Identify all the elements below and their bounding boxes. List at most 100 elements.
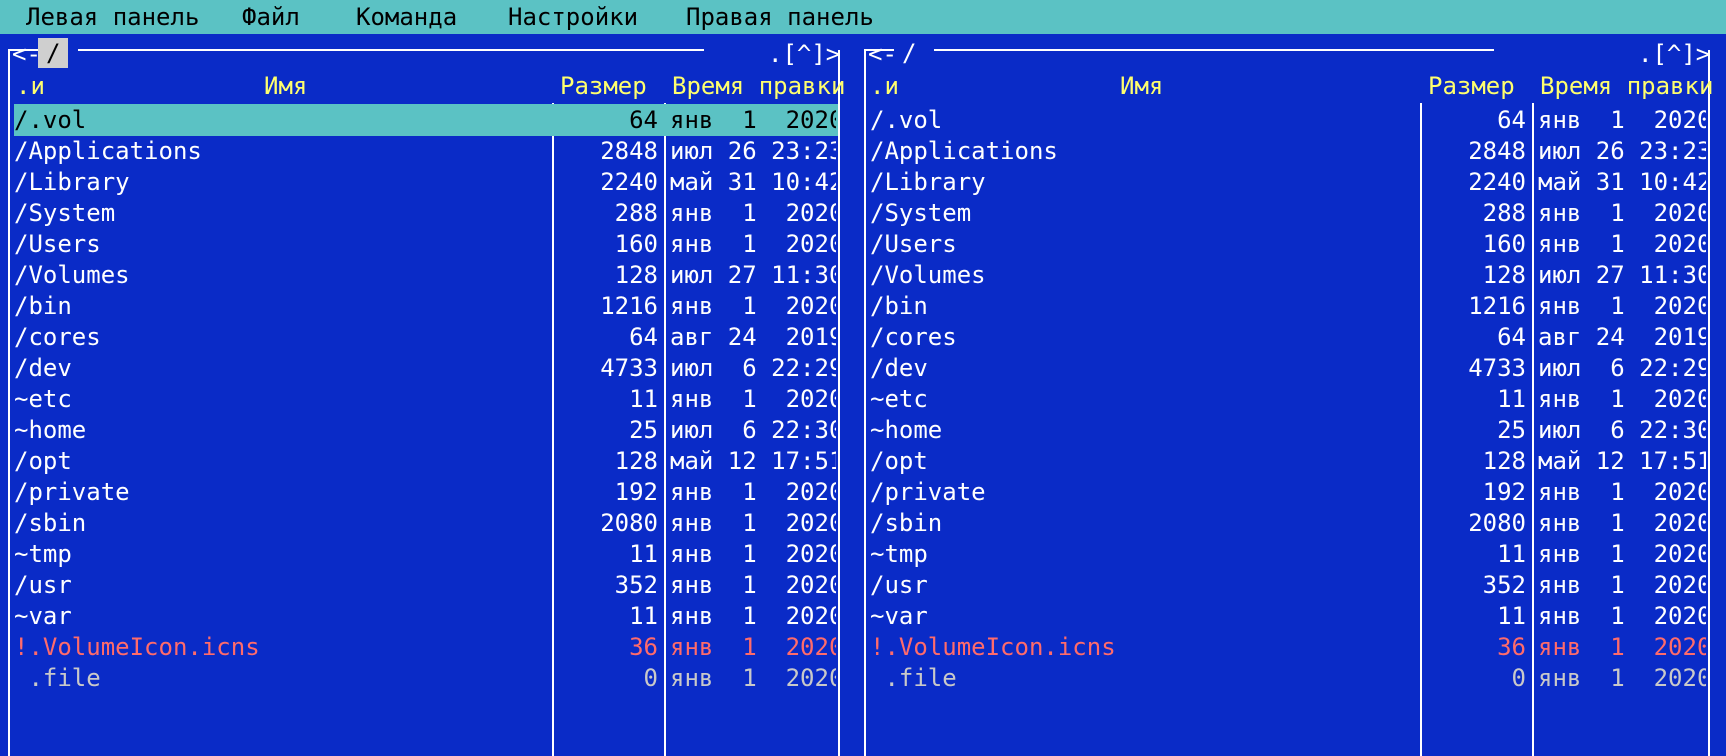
file-mtime: янв 1 2020 bbox=[670, 230, 836, 258]
file-name: /sbin bbox=[14, 509, 87, 537]
file-name: /usr bbox=[870, 571, 928, 599]
current-path[interactable]: / bbox=[894, 38, 925, 68]
file-row[interactable]: /sbin 2080 янв 1 2020 bbox=[0, 506, 856, 540]
file-size: 11 bbox=[1497, 385, 1526, 413]
file-row[interactable]: /private 192 янв 1 2020 bbox=[856, 475, 1726, 509]
file-size: 11 bbox=[1497, 602, 1526, 630]
column-header-name[interactable]: Имя bbox=[264, 69, 307, 103]
file-size: 11 bbox=[1497, 540, 1526, 568]
file-size: 192 bbox=[1482, 478, 1526, 506]
file-row[interactable]: /Users 160 янв 1 2020 bbox=[0, 227, 856, 261]
file-row[interactable]: ~home 25 июл 6 22:30 bbox=[856, 413, 1726, 447]
file-row[interactable]: /opt 128 май 12 17:51 bbox=[856, 444, 1726, 478]
file-row[interactable]: ~home 25 июл 6 22:30 bbox=[0, 413, 856, 447]
file-row[interactable]: /Library 2240 май 31 10:42 bbox=[0, 165, 856, 199]
file-mtime: янв 1 2020 bbox=[670, 633, 836, 661]
file-row[interactable]: ~var 11 янв 1 2020 bbox=[856, 599, 1726, 633]
column-header-name[interactable]: Имя bbox=[1120, 69, 1163, 103]
file-mtime: июл 26 23:23 bbox=[1538, 137, 1706, 165]
file-mtime: июл 27 11:30 bbox=[670, 261, 836, 289]
file-size: 11 bbox=[629, 540, 658, 568]
file-row[interactable]: /Library 2240 май 31 10:42 bbox=[856, 165, 1726, 199]
file-row[interactable]: /sbin 2080 янв 1 2020 bbox=[856, 506, 1726, 540]
file-name: /opt bbox=[14, 447, 72, 475]
file-name: .file bbox=[14, 664, 101, 692]
file-row[interactable]: /cores 64 авг 24 2019 bbox=[856, 320, 1726, 354]
history-back-button[interactable]: <- bbox=[868, 40, 897, 68]
file-row[interactable]: .file 0 янв 1 2020 bbox=[0, 661, 856, 695]
history-back-button[interactable]: <- bbox=[12, 40, 41, 68]
file-row[interactable]: /Volumes 128 июл 27 11:30 bbox=[856, 258, 1726, 292]
file-row[interactable]: ~etc 11 янв 1 2020 bbox=[856, 382, 1726, 416]
current-path[interactable]: / bbox=[38, 38, 69, 68]
file-row[interactable]: !.VolumeIcon.icns 36 янв 1 2020 bbox=[0, 630, 856, 664]
column-header-mtime[interactable]: Время правки bbox=[672, 69, 845, 103]
file-row[interactable]: ~tmp 11 янв 1 2020 bbox=[0, 537, 856, 571]
file-name: /usr bbox=[14, 571, 72, 599]
sort-indicator[interactable]: .и bbox=[870, 69, 899, 103]
file-row[interactable]: ~var 11 янв 1 2020 bbox=[0, 599, 856, 633]
file-size: 2848 bbox=[1468, 137, 1526, 165]
menu-command[interactable]: Команда bbox=[356, 3, 457, 31]
file-mtime: июл 6 22:29 bbox=[670, 354, 836, 382]
file-name: /Applications bbox=[14, 137, 202, 165]
file-row[interactable]: /.vol 64 янв 1 2020 bbox=[856, 103, 1726, 137]
left-panel[interactable]: <- / .[^]> .и Имя Размер Время правки /.… bbox=[0, 36, 856, 756]
file-row[interactable]: /dev 4733 июл 6 22:29 bbox=[856, 351, 1726, 385]
file-row[interactable]: /Applications 2848 июл 26 23:23 bbox=[856, 134, 1726, 168]
file-mtime: янв 1 2020 bbox=[1538, 540, 1706, 568]
file-row[interactable]: /opt 128 май 12 17:51 bbox=[0, 444, 856, 478]
file-row[interactable]: /System 288 янв 1 2020 bbox=[0, 196, 856, 230]
file-name: /Library bbox=[870, 168, 986, 196]
file-mtime: июл 27 11:30 bbox=[1538, 261, 1706, 289]
file-name: /Applications bbox=[870, 137, 1058, 165]
file-row[interactable]: /dev 4733 июл 6 22:29 bbox=[0, 351, 856, 385]
file-mtime: янв 1 2020 bbox=[1538, 385, 1706, 413]
file-mtime: янв 1 2020 bbox=[1538, 478, 1706, 506]
file-size: 0 bbox=[643, 664, 658, 692]
file-row[interactable]: ~etc 11 янв 1 2020 bbox=[0, 382, 856, 416]
file-row[interactable]: .file 0 янв 1 2020 bbox=[856, 661, 1726, 695]
file-row[interactable]: /cores 64 авг 24 2019 bbox=[0, 320, 856, 354]
file-row[interactable]: /Applications 2848 июл 26 23:23 bbox=[0, 134, 856, 168]
column-header-size[interactable]: Размер bbox=[1428, 69, 1515, 103]
column-header-size[interactable]: Размер bbox=[560, 69, 647, 103]
file-mtime: янв 1 2020 bbox=[1538, 664, 1706, 692]
file-name: /private bbox=[870, 478, 986, 506]
sort-indicator[interactable]: .и bbox=[16, 69, 45, 103]
file-name: ~tmp bbox=[14, 540, 72, 568]
file-mtime: янв 1 2020 bbox=[1538, 230, 1706, 258]
file-row[interactable]: /Volumes 128 июл 27 11:30 bbox=[0, 258, 856, 292]
file-row[interactable]: /.vol 64 янв 1 2020 bbox=[0, 103, 856, 137]
file-size: 2240 bbox=[1468, 168, 1526, 196]
file-row[interactable]: /Users 160 янв 1 2020 bbox=[856, 227, 1726, 261]
file-size: 288 bbox=[614, 199, 658, 227]
menu-bar: Левая панель Файл Команда Настройки Прав… bbox=[0, 0, 1726, 34]
file-size: 25 bbox=[629, 416, 658, 444]
history-menu-button[interactable]: .[^]> bbox=[1638, 40, 1710, 68]
menu-file[interactable]: Файл bbox=[242, 3, 300, 31]
history-menu-button[interactable]: .[^]> bbox=[768, 40, 840, 68]
file-row[interactable]: ~tmp 11 янв 1 2020 bbox=[856, 537, 1726, 571]
file-size: 2848 bbox=[600, 137, 658, 165]
file-name: ~etc bbox=[870, 385, 928, 413]
file-name: /cores bbox=[870, 323, 957, 351]
column-header-mtime[interactable]: Время правки bbox=[1540, 69, 1713, 103]
file-row[interactable]: /System 288 янв 1 2020 bbox=[856, 196, 1726, 230]
file-size: 160 bbox=[1482, 230, 1526, 258]
file-row[interactable]: /usr 352 янв 1 2020 bbox=[0, 568, 856, 602]
file-row[interactable]: /bin 1216 янв 1 2020 bbox=[0, 289, 856, 323]
file-row[interactable]: /private 192 янв 1 2020 bbox=[0, 475, 856, 509]
file-row[interactable]: /bin 1216 янв 1 2020 bbox=[856, 289, 1726, 323]
menu-right-panel[interactable]: Правая панель bbox=[686, 3, 874, 31]
right-panel[interactable]: <- / .[^]> .и Имя Размер Время правки /.… bbox=[856, 36, 1726, 756]
file-row[interactable]: !.VolumeIcon.icns 36 янв 1 2020 bbox=[856, 630, 1726, 664]
file-name: /Volumes bbox=[14, 261, 130, 289]
menu-left-panel[interactable]: Левая панель bbox=[26, 3, 199, 31]
menu-settings[interactable]: Настройки bbox=[508, 3, 638, 31]
file-mtime: янв 1 2020 bbox=[670, 106, 836, 134]
file-size: 11 bbox=[629, 602, 658, 630]
file-size: 192 bbox=[614, 478, 658, 506]
file-row[interactable]: /usr 352 янв 1 2020 bbox=[856, 568, 1726, 602]
file-size: 64 bbox=[1497, 323, 1526, 351]
